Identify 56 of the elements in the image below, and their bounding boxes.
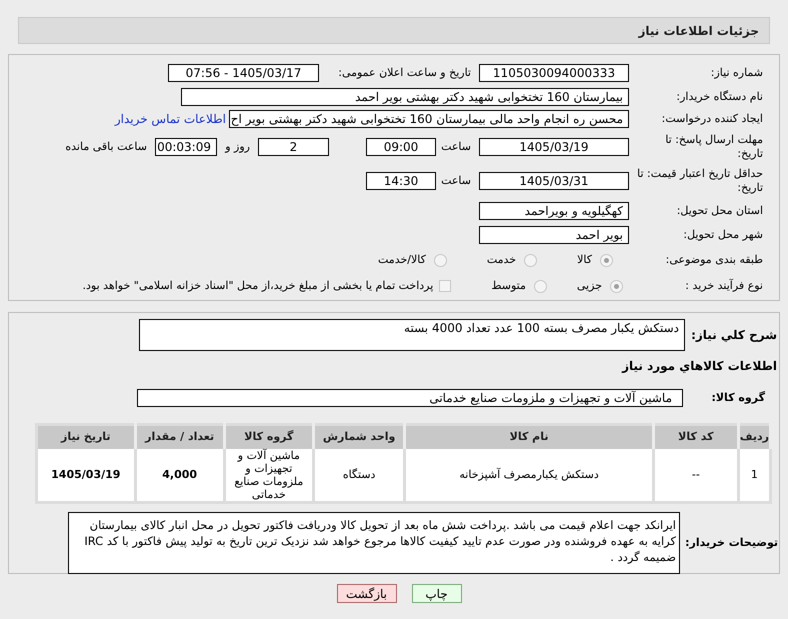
countdown-field[interactable]: 00:03:09 xyxy=(155,138,217,156)
text-field[interactable]: 14:30 xyxy=(366,172,436,190)
text-field[interactable]: 1405/03/31 xyxy=(479,172,629,190)
text-field[interactable]: 1405/03/19 xyxy=(479,138,629,156)
radio-button[interactable] xyxy=(610,280,623,292)
field-label: ساعت xyxy=(440,140,472,154)
table-cell: دستکش یکبارمصرف آشپزخانه xyxy=(404,448,654,502)
field-label: حداقل تاریخ اعتبار قیمت: تا تاریخ: xyxy=(636,167,763,195)
field-label: مهلت ارسال پاسخ: تا تاریخ: xyxy=(664,133,763,161)
text-field[interactable]: بیمارستان 160 تختخوابی شهید دکتر بهشتی بویر احمد xyxy=(181,88,629,106)
table-cell: -- xyxy=(653,448,738,502)
table-cell: 4,000 xyxy=(135,448,224,502)
radio-button[interactable] xyxy=(434,254,447,266)
text-field[interactable]: 1405/03/17 - 07:56 xyxy=(168,64,319,82)
text-field[interactable]: ماشین آلات و تجهیزات و ملزومات صنایع خدماتی xyxy=(137,389,683,407)
radio-label: کالا xyxy=(577,252,592,268)
radio-label: جزیی xyxy=(576,278,602,294)
text-field[interactable]: 09:00 xyxy=(366,138,436,156)
table-cell: 1405/03/19 xyxy=(36,448,136,502)
field-label: ایجاد کننده درخواست: xyxy=(660,112,763,126)
table-cell: دستگاه xyxy=(314,448,405,502)
text-field[interactable]: محسن ره انجام واحد مالی بیمارستان 160 تختخوابی شهید دکتر بهشتی بویر اح xyxy=(229,110,629,128)
field-label: نوع فرآیند خرید : xyxy=(684,279,763,293)
field-label: گروه کالا: xyxy=(710,391,766,405)
text-field[interactable]: 2 xyxy=(258,138,329,156)
back-button[interactable]: بازگشت xyxy=(336,584,396,603)
section-heading: اطلاعات كالاهاي مورد نياز xyxy=(620,358,778,375)
text-field[interactable]: کهگیلویه و بویراحمد xyxy=(479,202,629,220)
field-label: تاریخ و ساعت اعلان عمومی: xyxy=(337,66,472,80)
field-label: ساعت xyxy=(440,174,472,188)
contact-link[interactable]: اطلاعات تماس خریدار xyxy=(114,110,226,128)
radio-label: کالا/خدمت xyxy=(378,252,426,268)
field-label: استان محل تحویل: xyxy=(676,204,763,218)
checkbox[interactable] xyxy=(439,280,452,292)
table-cell: ماشین آلات و تجهیزات و ملزومات صنایع خدماتی xyxy=(224,448,314,502)
page-title: جزئیات اطلاعات نیاز xyxy=(638,22,759,40)
radio-label: خدمت xyxy=(486,252,516,268)
print-button[interactable]: چاپ xyxy=(412,584,462,603)
checkbox-label: پرداخت تمام یا بخشی از مبلغ خرید،از محل "اسناد خزانه اسلامی" خواهد بود. xyxy=(82,278,434,294)
field-label: توضیحات خریدار: xyxy=(684,536,779,550)
radio-button[interactable] xyxy=(534,280,547,292)
summary-textarea[interactable]: دستکش یکبار مصرف بسته 100 عدد تعداد 4000 بسته xyxy=(139,319,685,351)
text-field[interactable]: 1105030094000333 xyxy=(479,64,629,82)
field-label: روز و xyxy=(224,140,251,154)
radio-button[interactable] xyxy=(524,254,538,266)
text-field[interactable]: بویر احمد xyxy=(479,226,629,244)
field-label: نام دستگاه خریدار: xyxy=(675,90,763,104)
radio-label: متوسط xyxy=(491,278,526,294)
field-label: شرح کلي نياز: xyxy=(690,327,778,342)
table-cell: 1 xyxy=(738,448,770,502)
field-label: طبقه بندی موضوعی: xyxy=(664,253,763,267)
notes-textarea: ایرانکد جهت اعلام قیمت می باشد .پرداخت شش ماه بعد از تحویل کالا ودریافت فاکتور تحویل در محل انبار کالای بیمارستان کرایه به عهده فروشنده ودر صورت عدم تایید کیفیت کالاها مرجوع خواهد شد نزدیک ترین تاریخ به تولید پیش فاکتور با کد IRC ضمیمه گردد . xyxy=(68,512,680,574)
field-label: شماره نیاز: xyxy=(710,66,763,80)
field-label: ساعت باقی مانده xyxy=(65,140,148,154)
radio-button[interactable] xyxy=(600,254,613,266)
field-label: شهر محل تحویل: xyxy=(682,228,763,242)
